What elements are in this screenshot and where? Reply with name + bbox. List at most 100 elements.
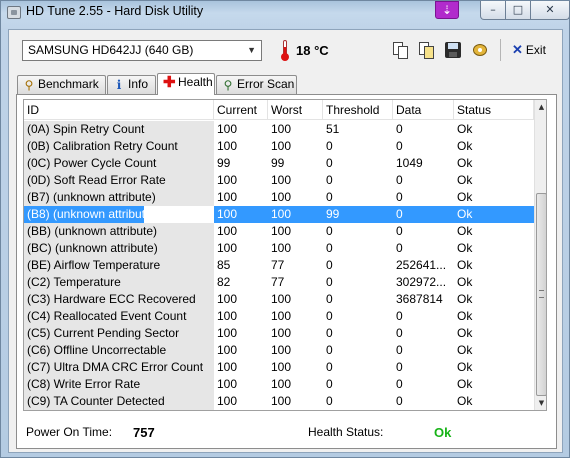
cell-worst: 77 [271, 275, 285, 289]
cell-data: 0 [396, 360, 403, 374]
tab-health[interactable]: ✚ Health [157, 73, 215, 95]
cell-id: (BB) (unknown attribute) [24, 223, 214, 240]
table-row[interactable]: (BB) (unknown attribute) 100 100 0 0 Ok [24, 223, 534, 240]
maximize-button[interactable]: □ [505, 1, 531, 20]
cell-status: Ok [457, 292, 473, 306]
column-header-current[interactable]: Current [214, 100, 268, 120]
cell-data: 0 [396, 309, 403, 323]
download-icon[interactable]: ⇣ [435, 1, 459, 19]
cell-status: Ok [457, 326, 473, 340]
cell-worst: 100 [271, 309, 292, 323]
cell-id: (BE) Airflow Temperature [24, 257, 214, 274]
copy-text-icon[interactable] [390, 40, 410, 60]
table-row[interactable]: (0A) Spin Retry Count 100 100 51 0 Ok [24, 121, 534, 138]
cell-id: (C2) Temperature [24, 274, 214, 291]
tab-benchmark[interactable]: ⚲ Benchmark [17, 75, 106, 94]
cell-current: 100 [214, 206, 268, 223]
table-row[interactable]: (C2) Temperature 82 77 0 302972... Ok [24, 274, 534, 291]
exit-button[interactable]: ✕ Exit [512, 42, 546, 60]
cell-current: 100 [217, 360, 238, 374]
cell-status: Ok [457, 394, 473, 408]
chevron-down-icon: ▼ [247, 45, 256, 55]
cell-status: Ok [457, 343, 473, 357]
cell-current: 99 [217, 156, 231, 170]
tab-label: Info [128, 77, 149, 91]
close-button[interactable]: ✕ [530, 1, 570, 20]
scroll-down-icon[interactable]: ▼ [535, 396, 546, 410]
thermometer-icon [280, 40, 290, 62]
cell-current: 100 [217, 394, 238, 408]
window-title: HD Tune 2.55 - Hard Disk Utility [26, 4, 204, 18]
table-row[interactable]: (C8) Write Error Rate 100 100 0 0 Ok [24, 376, 534, 393]
cell-current: 100 [217, 173, 238, 187]
table-row[interactable]: (0C) Power Cycle Count 99 99 0 1049 Ok [24, 155, 534, 172]
save-icon[interactable] [443, 40, 463, 60]
cell-worst: 77 [271, 258, 285, 272]
table-row[interactable]: (BE) Airflow Temperature 85 77 0 252641... Ok [24, 257, 534, 274]
cell-data: 302972... [396, 275, 447, 289]
cell-data: 0 [396, 190, 403, 204]
cell-current: 100 [217, 241, 238, 255]
health-panel: ID Current Worst Threshold Data Status (… [16, 94, 557, 449]
tab-label: Health [178, 75, 213, 89]
table-row[interactable]: (C9) TA Counter Detected 100 100 0 0 Ok [24, 393, 534, 410]
cell-worst: 100 [271, 122, 292, 136]
column-header-worst[interactable]: Worst [268, 100, 323, 120]
table-row[interactable]: (B7) (unknown attribute) 100 100 0 0 Ok [24, 189, 534, 206]
copy-screenshot-icon[interactable] [416, 40, 436, 60]
column-header-threshold[interactable]: Threshold [323, 100, 393, 120]
table-row[interactable]: (C7) Ultra DMA CRC Error Count 100 100 0 0 Ok [24, 359, 534, 376]
cell-threshold: 0 [326, 224, 333, 238]
cell-data: 0 [396, 122, 403, 136]
cell-worst: 100 [271, 377, 292, 391]
cell-current: 100 [217, 326, 238, 340]
table-row[interactable]: (B8) (unknown attribute) 100 100 99 0 Ok [24, 206, 534, 223]
cell-worst: 100 [271, 326, 292, 340]
tab-label: Error Scan [237, 77, 295, 91]
vertical-scrollbar[interactable]: ▲ ▼ [534, 100, 546, 410]
cell-id: (B8) (unknown attribute) [24, 206, 214, 223]
tab-info[interactable]: i Info [107, 75, 156, 94]
cell-id: (C5) Current Pending Sector [24, 325, 214, 342]
exit-icon: ✕ [512, 42, 523, 57]
scroll-up-icon[interactable]: ▲ [535, 100, 546, 114]
minimize-button[interactable]: – [480, 1, 506, 20]
cell-threshold: 0 [326, 309, 333, 323]
options-icon[interactable] [470, 40, 490, 60]
cell-data: 0 [396, 224, 403, 238]
tab-error-scan[interactable]: ⚲ Error Scan [216, 75, 297, 94]
smart-attributes-table[interactable]: ID Current Worst Threshold Data Status (… [23, 99, 547, 411]
table-row[interactable]: (C5) Current Pending Sector 100 100 0 0 Ok [24, 325, 534, 342]
cell-current: 100 [217, 190, 238, 204]
drive-selector-value: SAMSUNG HD642JJ (640 GB) [28, 43, 194, 57]
cell-worst: 100 [271, 343, 292, 357]
cell-id: (C4) Reallocated Event Count [24, 308, 214, 325]
cell-threshold: 0 [326, 190, 333, 204]
table-row[interactable]: (0D) Soft Read Error Rate 100 100 0 0 Ok [24, 172, 534, 189]
column-header-data[interactable]: Data [393, 100, 454, 120]
table-row[interactable]: (BC) (unknown attribute) 100 100 0 0 Ok [24, 240, 534, 257]
table-row[interactable]: (C3) Hardware ECC Recovered 100 100 0 368781… [24, 291, 534, 308]
temperature-value: 18 °C [296, 43, 329, 58]
close-icon: ✕ [545, 3, 555, 16]
cell-worst: 100 [271, 394, 292, 408]
cell-status: Ok [454, 206, 534, 223]
table-row[interactable]: (0B) Calibration Retry Count 100 100 0 0 Ok [24, 138, 534, 155]
cell-worst: 100 [271, 139, 292, 153]
table-row[interactable]: (C6) Offline Uncorrectable 100 100 0 0 Ok [24, 342, 534, 359]
column-header-status[interactable]: Status [454, 100, 534, 120]
table-row[interactable]: (C4) Reallocated Event Count 100 100 0 0 Ok [24, 308, 534, 325]
column-header-id[interactable]: ID [24, 100, 214, 120]
cell-threshold: 0 [326, 258, 333, 272]
cell-data: 1049 [396, 156, 423, 170]
drive-selector[interactable]: SAMSUNG HD642JJ (640 GB) ▼ [22, 40, 262, 61]
cell-data: 0 [396, 394, 403, 408]
benchmark-icon: ⚲ [24, 78, 34, 92]
health-icon: ✚ [163, 74, 176, 91]
cell-id: (C7) Ultra DMA CRC Error Count [24, 359, 214, 376]
cell-worst: 100 [271, 292, 292, 306]
cell-status: Ok [457, 275, 473, 289]
scrollbar-thumb[interactable] [536, 193, 546, 396]
title-bar[interactable]: HD Tune 2.55 - Hard Disk Utility ⇣ – □ ✕ [1, 1, 570, 25]
cell-data: 0 [396, 241, 403, 255]
